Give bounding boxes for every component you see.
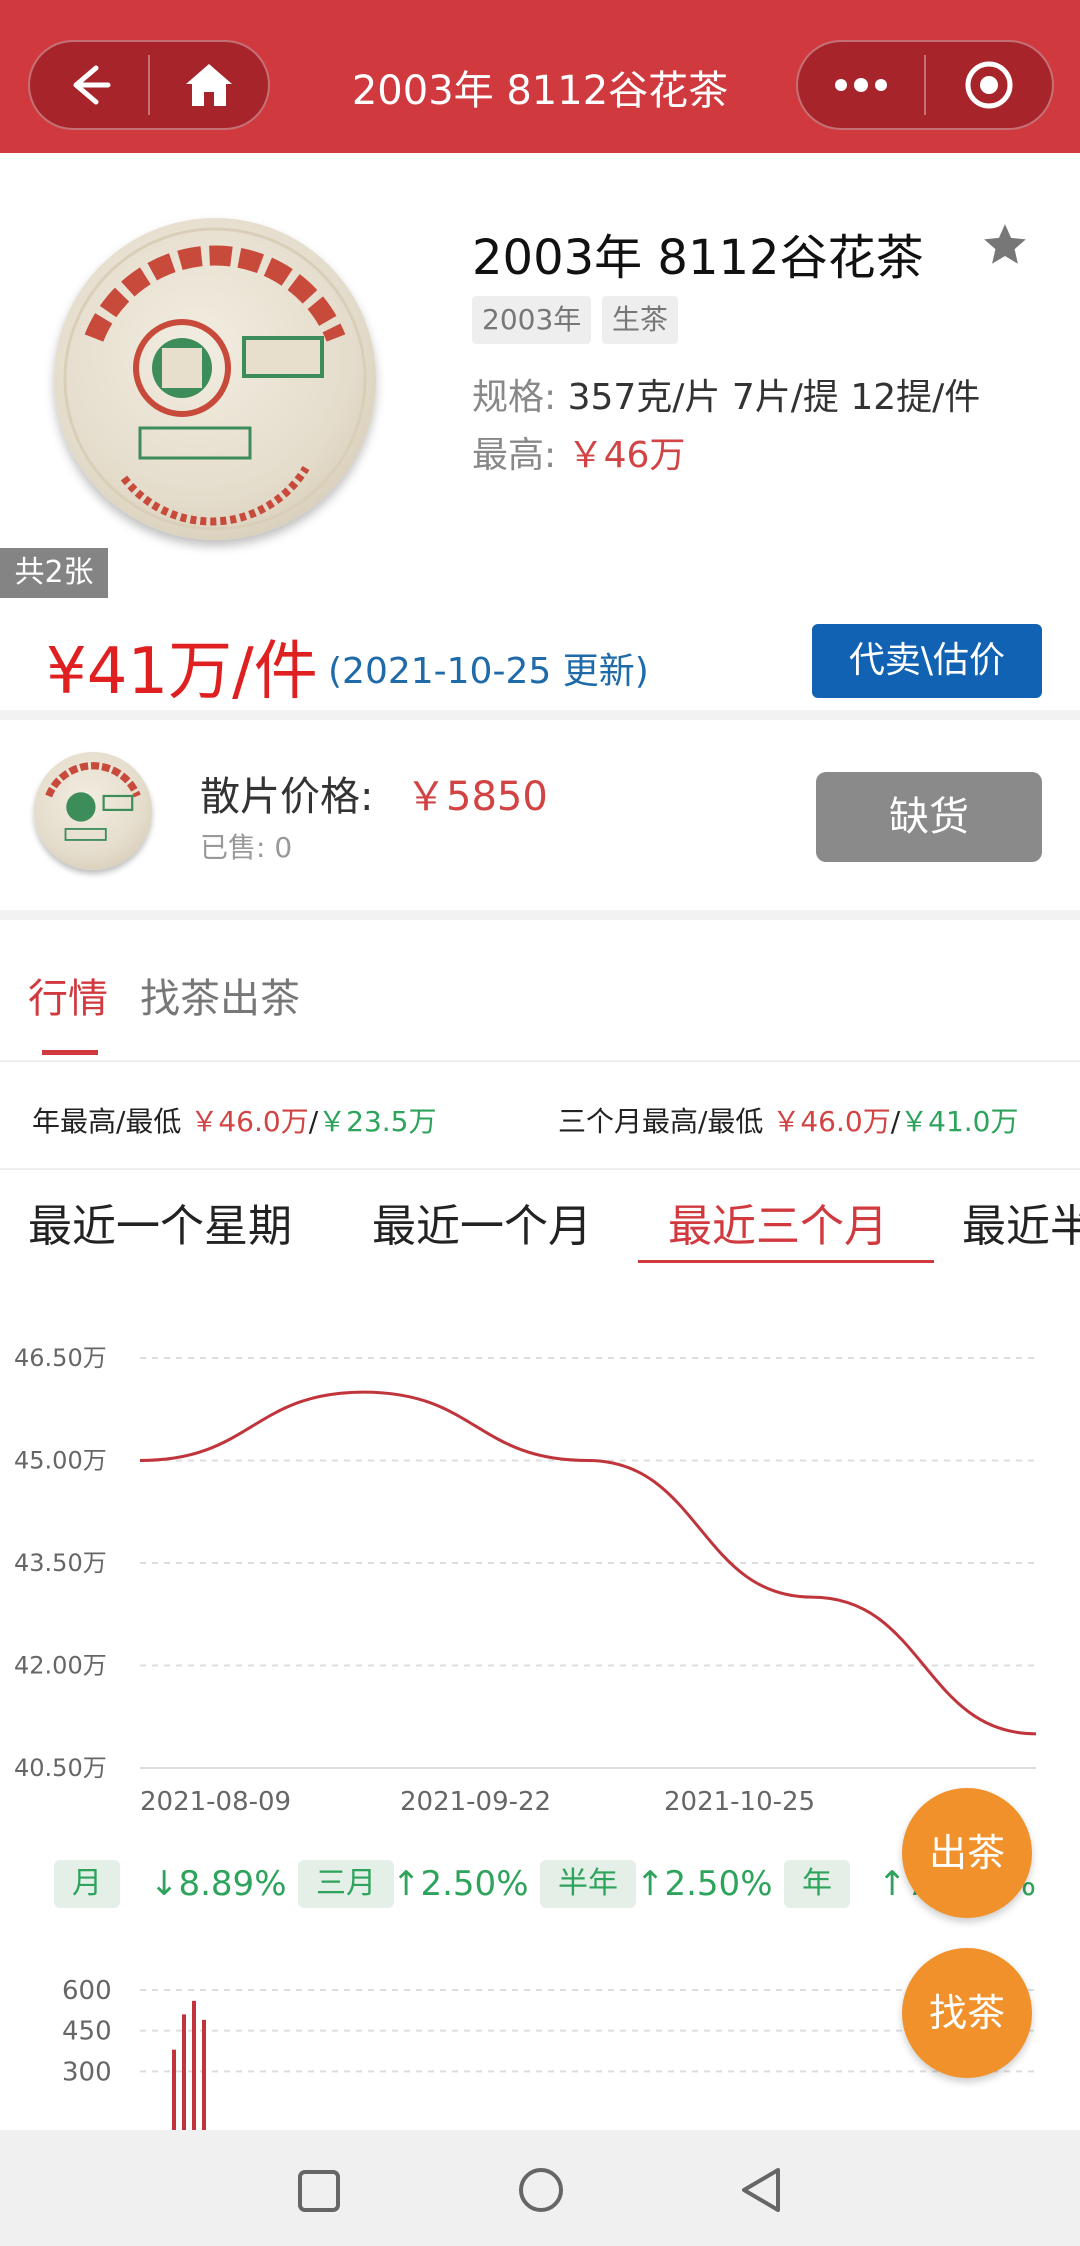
x-tick-label: 2021-08-09 <box>140 1787 291 1817</box>
year-sep: / <box>308 1105 319 1138</box>
range-month[interactable]: 最近一个月 <box>372 1190 592 1254</box>
stats-divider <box>0 1168 1080 1170</box>
consign-appraise-button[interactable]: 代卖\估价 <box>812 624 1042 698</box>
menu-capsule <box>796 40 1054 130</box>
y-tick-label: 300 <box>62 2057 112 2087</box>
change-halfyear-value: ↑2.50% <box>636 1864 773 1904</box>
app-header: 2003年 8112谷花茶 <box>0 0 1080 153</box>
x-tick-label: 2021-10-25 <box>664 1787 815 1817</box>
tag-year: 2003年 <box>472 296 592 344</box>
spec-label: 规格: <box>472 377 557 418</box>
tab-divider <box>0 1060 1080 1062</box>
range-week[interactable]: 最近一个星期 <box>28 1190 292 1254</box>
square-icon[interactable] <box>296 2168 342 2214</box>
section-divider <box>0 710 1080 720</box>
change-halfyear-label: 半年 <box>540 1860 636 1908</box>
price-line-chart: 46.50万 45.00万 43.50万 42.00万 40.50万 2021-08-09… <box>14 1344 1037 1817</box>
spec-value: 357克/片 7片/提 12提/件 <box>567 377 981 418</box>
piece-price: ¥41万/件 <box>46 635 318 709</box>
product-image[interactable] <box>54 218 376 540</box>
image-count-badge: 共2张 <box>0 548 108 598</box>
more-dots-icon <box>835 78 887 92</box>
year-low: ￥23.5万 <box>318 1105 437 1138</box>
year-high-low-label: 年最高/最低 <box>32 1105 182 1138</box>
y-tick-label: 46.50万 <box>14 1344 107 1372</box>
volume-bar <box>192 2000 196 2130</box>
loose-thumbnail[interactable] <box>34 752 152 870</box>
spec-line: 规格: 357克/片 7片/提 12提/件 <box>472 368 980 420</box>
range-active-indicator <box>638 1260 934 1263</box>
more-button[interactable] <box>798 42 924 128</box>
three-month-low: ￥41.0万 <box>900 1105 1019 1138</box>
tab-find-sell[interactable]: 找茶出茶 <box>140 966 300 1024</box>
circle-icon[interactable] <box>517 2166 565 2214</box>
system-nav-bar <box>0 2130 1080 2246</box>
price-update-date: (2021-10-25 更新) <box>328 651 649 692</box>
sold-count: 已售: 0 <box>200 831 293 864</box>
max-label: 最高: <box>472 435 557 476</box>
change-3month-value: ↑2.50% <box>392 1864 529 1904</box>
product-title: 2003年 8112谷花茶 <box>472 230 924 286</box>
target-icon <box>965 61 1013 109</box>
x-tick-label: 2021-09-22 <box>400 1787 551 1817</box>
sell-tea-button[interactable]: 出茶 <box>902 1788 1032 1918</box>
star-icon[interactable] <box>980 220 1030 270</box>
section-divider <box>0 910 1080 920</box>
volume-bar <box>182 2014 186 2130</box>
tea-cake-thumbnail <box>45 762 141 841</box>
three-month-high: ￥46.0万 <box>772 1105 891 1138</box>
y-tick-label: 45.00万 <box>14 1447 107 1475</box>
change-year-label: 年 <box>784 1860 850 1908</box>
tab-market[interactable]: 行情 <box>28 966 108 1024</box>
y-tick-label: 40.50万 <box>14 1754 107 1782</box>
out-of-stock-button[interactable]: 缺货 <box>816 772 1042 862</box>
triangle-back-icon[interactable] <box>738 2166 784 2214</box>
volume-bar <box>202 2019 206 2130</box>
three-month-sep: / <box>890 1105 901 1138</box>
close-button[interactable] <box>926 42 1052 128</box>
three-month-high-low: 三个月最高/最低 ￥46.0万/￥41.0万 <box>558 1100 1019 1140</box>
y-tick-label: 42.00万 <box>14 1652 107 1680</box>
change-month-value: ↓8.89% <box>150 1864 287 1904</box>
change-3month-label: 三月 <box>298 1860 394 1908</box>
find-tea-button[interactable]: 找茶 <box>902 1948 1032 2078</box>
y-tick-label: 450 <box>62 2017 112 2047</box>
max-price-line: 最高: ￥46万 <box>472 426 685 478</box>
tea-cake-illustration <box>63 227 367 531</box>
year-high-low: 年最高/最低 ￥46.0万/￥23.5万 <box>32 1100 437 1140</box>
max-value: ￥46万 <box>567 435 686 476</box>
range-half-year[interactable]: 最近半 <box>962 1190 1080 1254</box>
loose-price-value: ￥5850 <box>406 774 548 820</box>
change-month-label: 月 <box>54 1860 120 1908</box>
volume-bar <box>172 2049 176 2130</box>
y-tick-label: 43.50万 <box>14 1549 107 1577</box>
tab-active-indicator <box>42 1050 98 1055</box>
year-high: ￥46.0万 <box>190 1105 309 1138</box>
three-month-label: 三个月最高/最低 <box>558 1105 764 1138</box>
y-tick-label: 600 <box>62 1976 112 2006</box>
loose-price-label: 散片价格: <box>200 774 374 820</box>
range-three-months[interactable]: 最近三个月 <box>668 1190 888 1254</box>
tag-type: 生茶 <box>602 296 679 344</box>
